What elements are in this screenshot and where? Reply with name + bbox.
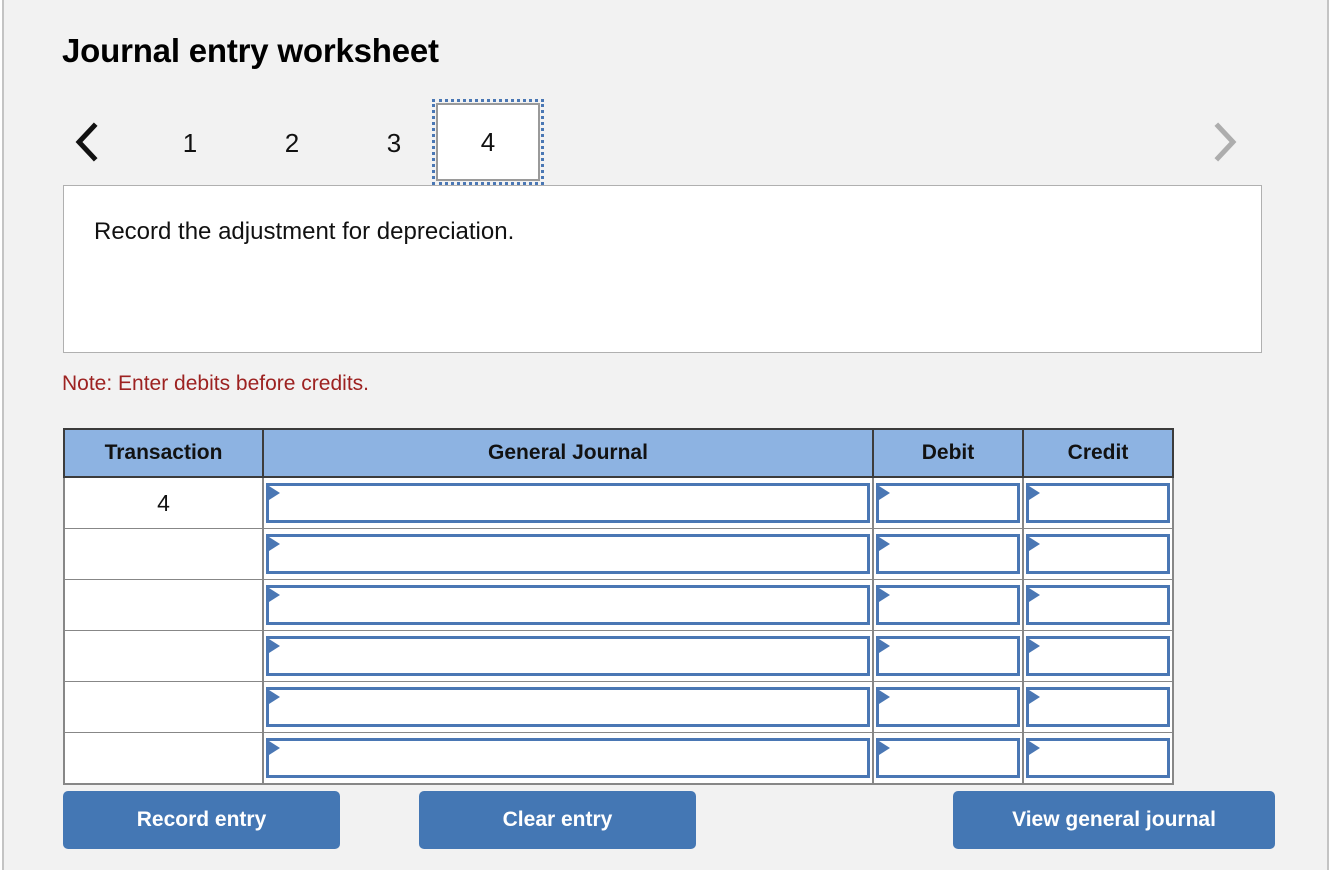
prompt-text: Record the adjustment for depreciation. <box>94 218 515 245</box>
general-journal-cell <box>262 476 874 529</box>
table-body: 4 <box>63 476 1174 785</box>
page-title: Journal entry worksheet <box>62 32 439 69</box>
tab-4-label: 4 <box>480 126 496 157</box>
worksheet-page: Journal entry worksheet 1 2 3 4 Record t… <box>2 0 1329 870</box>
tab-2[interactable]: 2 <box>242 107 342 179</box>
dropdown-triangle-icon <box>269 486 280 500</box>
dropdown-triangle-icon <box>269 537 280 551</box>
view-general-journal-label: View general journal <box>1012 808 1216 831</box>
dropdown-triangle-icon <box>879 690 890 704</box>
debit-input[interactable] <box>876 585 1020 625</box>
tab-3-label: 3 <box>386 127 402 158</box>
credit-cell <box>1022 732 1174 785</box>
dropdown-triangle-icon <box>1029 588 1040 602</box>
debit-cell <box>872 732 1024 785</box>
credit-cell <box>1022 579 1174 631</box>
credit-input[interactable] <box>1026 687 1170 727</box>
dropdown-triangle-icon <box>879 486 890 500</box>
credit-cell <box>1022 681 1174 733</box>
previous-tab-button[interactable] <box>64 111 110 173</box>
table-header-row: Transaction General Journal Debit Credit <box>63 428 1174 478</box>
credit-cell <box>1022 476 1174 529</box>
transaction-cell <box>63 732 264 785</box>
general-journal-input[interactable] <box>266 636 870 676</box>
general-journal-cell <box>262 630 874 682</box>
general-journal-input[interactable] <box>266 534 870 574</box>
credit-input[interactable] <box>1026 636 1170 676</box>
credit-cell <box>1022 630 1174 682</box>
debit-cell <box>872 476 1024 529</box>
general-journal-cell <box>262 681 874 733</box>
dropdown-triangle-icon <box>879 639 890 653</box>
dropdown-triangle-icon <box>269 690 280 704</box>
tab-navigation: 1 2 3 4 <box>62 99 1262 185</box>
credit-input[interactable] <box>1026 585 1170 625</box>
dropdown-triangle-icon <box>1029 486 1040 500</box>
chevron-left-icon <box>74 122 100 162</box>
table-row <box>63 630 1174 682</box>
dropdown-triangle-icon <box>1029 741 1040 755</box>
chevron-right-icon <box>1212 122 1238 162</box>
dropdown-triangle-icon <box>879 537 890 551</box>
view-general-journal-button[interactable]: View general journal <box>953 791 1275 849</box>
column-header-debit: Debit <box>872 428 1024 478</box>
dropdown-triangle-icon <box>1029 537 1040 551</box>
tab-3[interactable]: 3 <box>344 107 444 179</box>
general-journal-input[interactable] <box>266 687 870 727</box>
table-row <box>63 681 1174 733</box>
column-header-credit: Credit <box>1022 428 1174 478</box>
tab-1[interactable]: 1 <box>140 107 240 179</box>
table-row <box>63 579 1174 631</box>
clear-entry-button[interactable]: Clear entry <box>419 791 696 849</box>
dropdown-triangle-icon <box>1029 639 1040 653</box>
record-entry-button[interactable]: Record entry <box>63 791 340 849</box>
general-journal-input[interactable] <box>266 585 870 625</box>
general-journal-cell <box>262 732 874 785</box>
dropdown-triangle-icon <box>269 741 280 755</box>
column-header-general-journal: General Journal <box>262 428 874 478</box>
record-entry-label: Record entry <box>136 808 267 831</box>
debit-cell <box>872 681 1024 733</box>
tab-1-label: 1 <box>182 127 198 158</box>
clear-entry-label: Clear entry <box>502 808 613 831</box>
prompt-panel: Record the adjustment for depreciation. <box>63 185 1262 353</box>
dropdown-triangle-icon <box>879 588 890 602</box>
debit-input[interactable] <box>876 636 1020 676</box>
note-text: Note: Enter debits before credits. <box>62 372 369 395</box>
general-journal-input[interactable] <box>266 738 870 778</box>
transaction-cell <box>63 681 264 733</box>
transaction-cell <box>63 528 264 580</box>
debit-cell <box>872 528 1024 580</box>
debit-input[interactable] <box>876 534 1020 574</box>
debit-input[interactable] <box>876 687 1020 727</box>
table-row <box>63 732 1174 785</box>
credit-cell <box>1022 528 1174 580</box>
next-tab-button[interactable] <box>1202 111 1248 173</box>
general-journal-input[interactable] <box>266 483 870 523</box>
debit-input[interactable] <box>876 738 1020 778</box>
dropdown-triangle-icon <box>879 741 890 755</box>
tab-4[interactable]: 4 <box>432 99 544 185</box>
transaction-cell: 4 <box>63 476 264 529</box>
general-journal-cell <box>262 579 874 631</box>
dropdown-triangle-icon <box>1029 690 1040 704</box>
tab-2-label: 2 <box>284 127 300 158</box>
transaction-cell <box>63 630 264 682</box>
debit-cell <box>872 579 1024 631</box>
table-row <box>63 528 1174 580</box>
credit-input[interactable] <box>1026 483 1170 523</box>
journal-entry-table: Transaction General Journal Debit Credit… <box>63 428 1174 785</box>
table-row: 4 <box>63 476 1174 529</box>
credit-input[interactable] <box>1026 534 1170 574</box>
transaction-cell <box>63 579 264 631</box>
general-journal-cell <box>262 528 874 580</box>
credit-input[interactable] <box>1026 738 1170 778</box>
dropdown-triangle-icon <box>269 639 280 653</box>
debit-cell <box>872 630 1024 682</box>
debit-input[interactable] <box>876 483 1020 523</box>
column-header-transaction: Transaction <box>63 428 264 478</box>
dropdown-triangle-icon <box>269 588 280 602</box>
